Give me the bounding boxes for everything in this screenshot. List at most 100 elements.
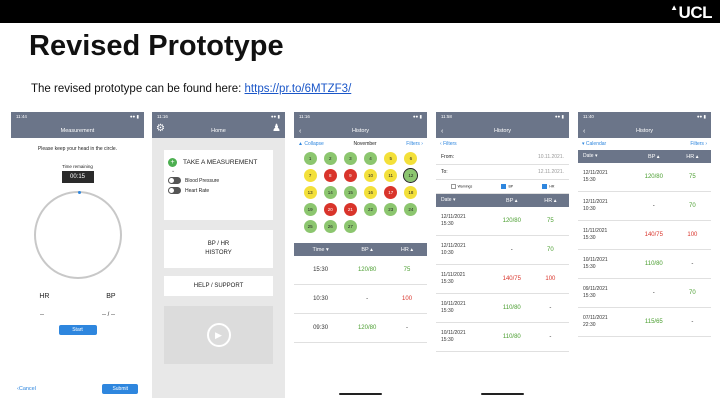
submit-button[interactable]: Submit bbox=[102, 384, 138, 394]
from-field[interactable]: From: 10.11.2021. bbox=[436, 150, 569, 165]
gear-icon[interactable]: ⚙ bbox=[156, 123, 165, 134]
calendar-day[interactable]: 25 bbox=[303, 220, 317, 233]
table-row[interactable]: 12/11/2021 10:30 - 70 bbox=[436, 236, 569, 265]
calendar-day[interactable]: 15 bbox=[343, 186, 357, 199]
calendar-day[interactable]: 16 bbox=[364, 186, 378, 199]
calendar-day[interactable]: 14 bbox=[323, 186, 337, 199]
bp-label: BP bbox=[106, 293, 116, 300]
calendar-day[interactable]: 3 bbox=[343, 152, 357, 165]
hr-column-header[interactable]: HR ▴ bbox=[532, 198, 569, 204]
time-column-header[interactable]: Time ▾ bbox=[294, 247, 347, 253]
calendar-day[interactable]: 1 bbox=[303, 152, 317, 165]
bp-cell: 120/80 bbox=[357, 325, 377, 331]
calendar-day[interactable]: 21 bbox=[343, 203, 357, 216]
user-icon[interactable]: ♟ bbox=[272, 123, 281, 134]
cancel-button[interactable]: ‹Cancel bbox=[17, 386, 36, 392]
time-cell: 09:30 bbox=[313, 325, 329, 331]
bp-cell: - bbox=[366, 296, 369, 302]
filters-button[interactable]: ‹ Filters bbox=[440, 141, 457, 147]
bp-toggle[interactable] bbox=[168, 177, 181, 184]
table-row[interactable]: 10/11/2021 15:30 110/80 - bbox=[436, 294, 569, 323]
table-row[interactable]: 10/11/2021 15:30 110/80 - bbox=[578, 250, 711, 279]
calendar-day[interactable]: 11 bbox=[384, 169, 398, 182]
hr-cell: - bbox=[406, 325, 409, 331]
date-column-header[interactable]: Date ▾ bbox=[578, 153, 634, 160]
calendar-day[interactable]: 10 bbox=[364, 169, 378, 182]
back-icon[interactable]: ‹ bbox=[299, 128, 301, 135]
date-cell: 11/11/2021 15:30 bbox=[583, 228, 608, 241]
bp-checkbox[interactable]: BP bbox=[501, 184, 513, 189]
warnings-checkbox[interactable]: Warnings bbox=[450, 184, 472, 189]
date-cell: 10/11/2021 15:30 bbox=[441, 301, 466, 314]
table-row[interactable]: 10/11/2021 15:30 110/80 - bbox=[436, 323, 569, 352]
bp-column-header[interactable]: BP ▴ bbox=[634, 154, 674, 160]
time-cell: 15:30 bbox=[313, 267, 329, 273]
date-cell: 11/11/2021 15:30 bbox=[441, 272, 466, 285]
back-icon[interactable]: ‹ bbox=[583, 128, 585, 135]
calendar-button[interactable]: ▾ Calendar bbox=[582, 141, 606, 147]
calendar-day[interactable]: 17 bbox=[384, 186, 398, 199]
table-row[interactable]: 09/11/2021 15:30 - 70 bbox=[578, 279, 711, 308]
bp-cell: 110/80 bbox=[502, 334, 521, 340]
date-cell: 12/11/2021 15:30 bbox=[583, 170, 608, 183]
table-row[interactable]: 12/11/2021 10:30 - 70 bbox=[578, 192, 711, 221]
nav-bar: ‹ History bbox=[578, 124, 711, 138]
start-button[interactable]: Start bbox=[58, 325, 97, 335]
history-button[interactable]: BP / HR HISTORY bbox=[164, 230, 273, 268]
hr-toggle[interactable] bbox=[168, 187, 181, 194]
calendar-day[interactable]: 24 bbox=[404, 203, 418, 216]
hr-column-header[interactable]: HR ▴ bbox=[387, 247, 427, 253]
back-icon[interactable]: ‹ bbox=[441, 128, 443, 135]
table-row[interactable]: 10:30 - 100 bbox=[294, 285, 427, 314]
hr-option-label: Heart Rate bbox=[185, 187, 210, 194]
date-cell: 12/11/2021 10:30 bbox=[583, 199, 608, 212]
calendar-day[interactable]: 2 bbox=[323, 152, 337, 165]
calendar-day[interactable]: 27 bbox=[343, 220, 357, 233]
bp-cell: - bbox=[652, 290, 655, 296]
calendar-day[interactable]: 7 bbox=[303, 169, 317, 182]
bp-column-header[interactable]: BP ▴ bbox=[492, 198, 532, 204]
table-row[interactable]: 11/11/2021 15:30 140/75 100 bbox=[578, 221, 711, 250]
calendar-day[interactable]: 26 bbox=[323, 220, 337, 233]
chevron-down-icon[interactable]: ⌄ bbox=[171, 168, 269, 174]
table-row[interactable]: 12/11/2021 15:30 120/80 75 bbox=[578, 163, 711, 192]
hr-column-header[interactable]: HR ▴ bbox=[674, 154, 711, 160]
calendar-day[interactable]: 22 bbox=[364, 203, 378, 216]
play-icon[interactable]: ▶ bbox=[206, 323, 231, 347]
calendar-day[interactable]: 12 bbox=[403, 168, 419, 183]
calendar-day[interactable]: 6 bbox=[404, 152, 418, 165]
table-header: Date ▾ BP ▴ HR ▴ bbox=[436, 194, 569, 207]
hr-label: HR bbox=[39, 293, 50, 300]
bp-column-header[interactable]: BP ▴ bbox=[347, 247, 387, 253]
hr-cell: - bbox=[549, 334, 552, 340]
video-panel[interactable]: ▶ bbox=[164, 306, 273, 364]
table-row[interactable]: 09:30 120/80 - bbox=[294, 314, 427, 343]
plus-icon[interactable]: + bbox=[168, 158, 177, 167]
calendar-day[interactable]: 20 bbox=[323, 203, 337, 216]
calendar-day[interactable]: 4 bbox=[364, 152, 378, 165]
bp-cell: 110/80 bbox=[502, 305, 521, 311]
calendar-day[interactable]: 9 bbox=[343, 169, 357, 182]
table-row[interactable]: 15:30 120/80 75 bbox=[294, 256, 427, 285]
to-field[interactable]: To: 12.11.2021. bbox=[436, 165, 569, 180]
filters-button[interactable]: Filters › bbox=[690, 141, 707, 147]
filters-button[interactable]: Filters › bbox=[406, 141, 423, 147]
history-filter-screen: 11:58 ●● ▮ ‹ History ‹ Filters From: 10.11.… bbox=[436, 112, 569, 398]
date-column-header[interactable]: Date ▾ bbox=[436, 197, 492, 204]
table-row[interactable]: 11/11/2021 15:30 140/75 100 bbox=[436, 265, 569, 294]
calendar-day[interactable]: 5 bbox=[384, 152, 398, 165]
table-row[interactable]: 12/11/2021 15:30 120/80 75 bbox=[436, 207, 569, 236]
table-row[interactable]: 07/11/2021 22:30 115/65 - bbox=[578, 308, 711, 337]
calendar-day[interactable]: 18 bbox=[404, 186, 418, 199]
collapse-button[interactable]: ▲ Collapse bbox=[298, 141, 324, 147]
help-support-button[interactable]: HELP / SUPPORT bbox=[164, 276, 273, 296]
hr-checkbox[interactable]: HR bbox=[542, 184, 554, 189]
calendar-day[interactable]: 13 bbox=[303, 186, 317, 199]
hr-cell: 100 bbox=[545, 276, 556, 282]
calendar-day[interactable]: 19 bbox=[303, 203, 317, 216]
calendar-day[interactable]: 8 bbox=[323, 169, 337, 182]
take-measurement-label[interactable]: TAKE A MEASUREMENT bbox=[183, 159, 257, 166]
prototype-link[interactable]: https://pr.to/6MTZF3/ bbox=[245, 83, 352, 95]
calendar-day[interactable]: 23 bbox=[384, 203, 398, 216]
status-bar: 11:16 ●● ▮ bbox=[152, 112, 285, 124]
